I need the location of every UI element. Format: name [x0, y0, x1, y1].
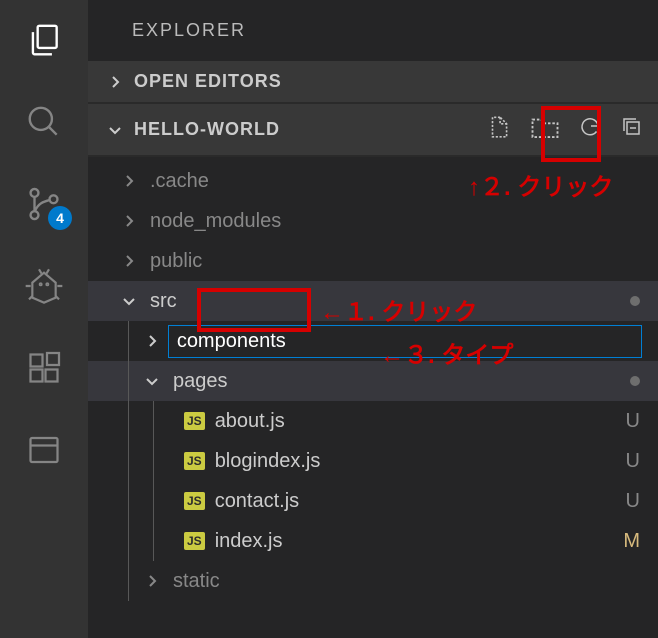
- git-status-modified: M: [623, 530, 640, 553]
- collapse-all-icon[interactable]: [620, 115, 644, 144]
- open-editors-header[interactable]: OPEN EDITORS: [88, 61, 658, 104]
- git-status-untracked: U: [626, 450, 640, 473]
- folder-label: src: [150, 290, 177, 313]
- new-folder-icon[interactable]: [530, 114, 560, 145]
- debug-icon[interactable]: [22, 264, 66, 308]
- chevron-right-icon: [143, 333, 161, 349]
- search-icon[interactable]: [22, 100, 66, 144]
- folder-label: node_modules: [150, 210, 281, 233]
- scm-badge: 4: [48, 206, 72, 230]
- new-file-icon[interactable]: [486, 114, 512, 145]
- activity-bar: 4: [0, 0, 88, 638]
- file-label: contact.js: [215, 490, 299, 513]
- folder-node-modules[interactable]: node_modules: [88, 201, 658, 241]
- chevron-right-icon: [120, 253, 138, 269]
- file-label: blogindex.js: [215, 450, 321, 473]
- folder-cache[interactable]: .cache: [88, 161, 658, 201]
- project-actions: [486, 114, 644, 145]
- new-folder-input[interactable]: [168, 325, 642, 358]
- file-tree: .cache node_modules public src: [88, 157, 658, 601]
- new-folder-input-row: [88, 321, 658, 361]
- git-status-untracked: U: [626, 490, 640, 513]
- modified-dot-icon: [630, 376, 640, 386]
- chevron-down-icon: [120, 293, 138, 309]
- chevron-right-icon: [143, 573, 161, 589]
- file-about[interactable]: JS about.js U: [88, 401, 658, 441]
- file-label: about.js: [215, 410, 285, 433]
- js-file-icon: JS: [184, 412, 205, 430]
- js-file-icon: JS: [184, 452, 205, 470]
- folder-pages[interactable]: pages: [88, 361, 658, 401]
- panel-icon[interactable]: [22, 428, 66, 472]
- chevron-right-icon: [120, 213, 138, 229]
- folder-label: .cache: [150, 170, 209, 193]
- explorer-sidebar: EXPLORER OPEN EDITORS HELLO-WORLD: [88, 0, 658, 638]
- project-name: HELLO-WORLD: [134, 119, 280, 140]
- extensions-icon[interactable]: [22, 346, 66, 390]
- file-contact[interactable]: JS contact.js U: [88, 481, 658, 521]
- folder-src[interactable]: src: [88, 281, 658, 321]
- js-file-icon: JS: [184, 532, 205, 550]
- modified-dot-icon: [630, 296, 640, 306]
- chevron-right-icon: [106, 74, 124, 90]
- js-file-icon: JS: [184, 492, 205, 510]
- chevron-right-icon: [120, 173, 138, 189]
- explorer-title: EXPLORER: [88, 0, 658, 61]
- chevron-down-icon: [143, 373, 161, 389]
- folder-static[interactable]: static: [88, 561, 658, 601]
- folder-label: pages: [173, 370, 228, 393]
- refresh-icon[interactable]: [578, 115, 602, 144]
- file-blogindex[interactable]: JS blogindex.js U: [88, 441, 658, 481]
- git-status-untracked: U: [626, 410, 640, 433]
- explorer-icon[interactable]: [22, 18, 66, 62]
- source-control-icon[interactable]: 4: [22, 182, 66, 226]
- project-header[interactable]: HELLO-WORLD: [88, 104, 658, 157]
- folder-label: public: [150, 250, 202, 273]
- file-label: index.js: [215, 530, 283, 553]
- chevron-down-icon: [106, 122, 124, 138]
- file-index[interactable]: JS index.js M: [88, 521, 658, 561]
- open-editors-label: OPEN EDITORS: [134, 71, 282, 92]
- folder-public[interactable]: public: [88, 241, 658, 281]
- folder-label: static: [173, 570, 220, 593]
